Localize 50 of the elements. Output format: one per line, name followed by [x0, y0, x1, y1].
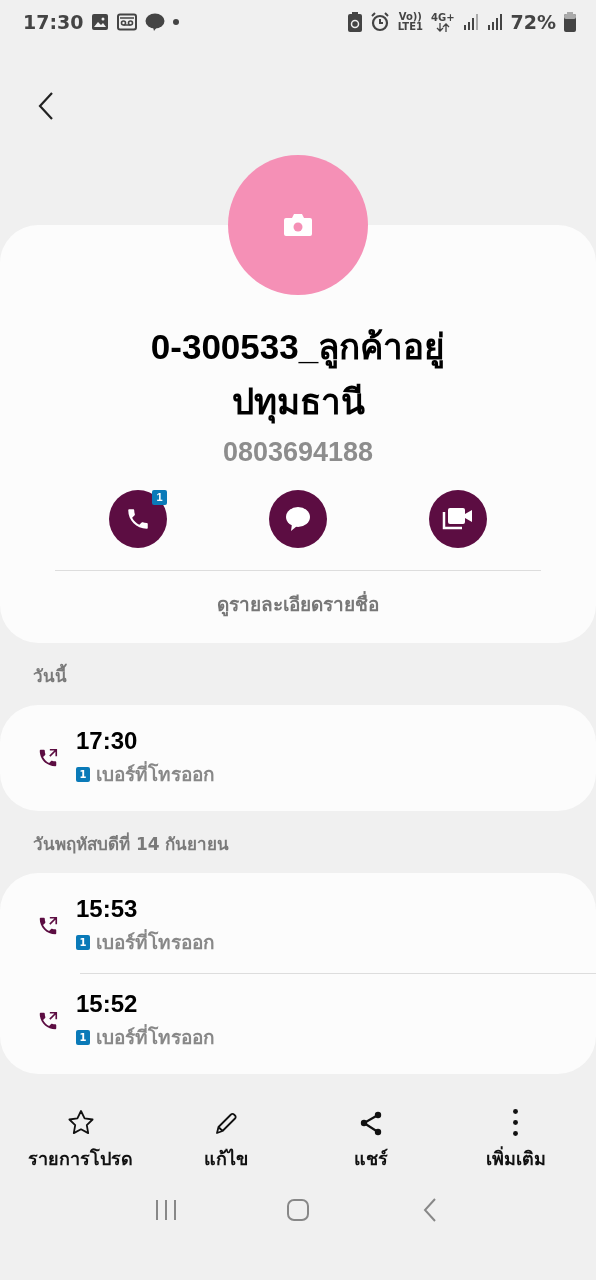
battery-level: 72%: [510, 11, 556, 33]
sim-badge: 1: [76, 1029, 90, 1045]
video-camera-icon: [442, 506, 474, 532]
call-button[interactable]: 1: [109, 490, 167, 548]
contact-name: 0-300533_ลูกค้าอยู่ ปทุมธานี: [98, 319, 498, 429]
share-button[interactable]: แชร์: [300, 1108, 441, 1173]
video-call-button[interactable]: [429, 490, 487, 548]
call-time: 15:53: [76, 895, 139, 923]
more-icon: [513, 1109, 518, 1136]
back-button[interactable]: [36, 92, 56, 122]
outgoing-call-icon: [37, 915, 59, 937]
speech-bubble-icon: [284, 505, 312, 533]
call-entry[interactable]: 15:53 1 เบอร์ที่โทรออก: [0, 879, 596, 973]
chat-bubble-icon: [145, 12, 166, 32]
dot-icon: [173, 19, 180, 25]
date-header: วันพฤหัสบดีที่ 14 กันยายน: [33, 831, 230, 856]
more-button[interactable]: เพิ่มเติม: [445, 1108, 586, 1173]
outgoing-call-icon: [37, 1010, 59, 1032]
sim-badge: 1: [76, 766, 90, 782]
square-icon: [286, 1198, 310, 1222]
message-button[interactable]: [269, 490, 327, 548]
volte-label: Vo)): [398, 12, 422, 22]
call-type: เบอร์ที่โทรออก: [96, 760, 215, 787]
network-label: 4G+: [430, 12, 455, 23]
camera-icon: [283, 213, 313, 237]
phone-icon: [125, 506, 151, 532]
call-type: เบอร์ที่โทรออก: [96, 928, 215, 955]
lte-label: LTE1: [397, 22, 423, 32]
battery-icon: [564, 12, 576, 32]
voicemail-icon: [117, 13, 138, 31]
image-icon: [91, 13, 110, 31]
signal-icon: [462, 13, 479, 31]
call-entry[interactable]: 17:30 1 เบอร์ที่โทรออก: [0, 711, 596, 805]
favorite-button[interactable]: รายการโปรด: [10, 1108, 151, 1173]
data-arrows-icon: [435, 22, 450, 32]
date-header: วันนี้: [33, 661, 67, 691]
sim-badge: 1: [76, 934, 90, 950]
phone-number: 0803694188: [222, 437, 374, 468]
edit-button[interactable]: แก้ไข: [155, 1108, 296, 1173]
call-time: 17:30: [76, 727, 139, 755]
signal-icon: [486, 13, 503, 31]
call-type: เบอร์ที่โทรออก: [96, 1023, 215, 1050]
back-icon: [423, 1198, 437, 1222]
battery-saver-icon: [347, 12, 362, 32]
clock-time: 17:30: [23, 11, 84, 33]
alarm-icon: [369, 12, 390, 32]
outgoing-call-icon: [37, 747, 59, 769]
sim-badge: 1: [152, 490, 167, 505]
view-details-link[interactable]: ดูรายละเอียดรายชื่อ: [209, 585, 387, 623]
menu-icon: [154, 1199, 178, 1221]
